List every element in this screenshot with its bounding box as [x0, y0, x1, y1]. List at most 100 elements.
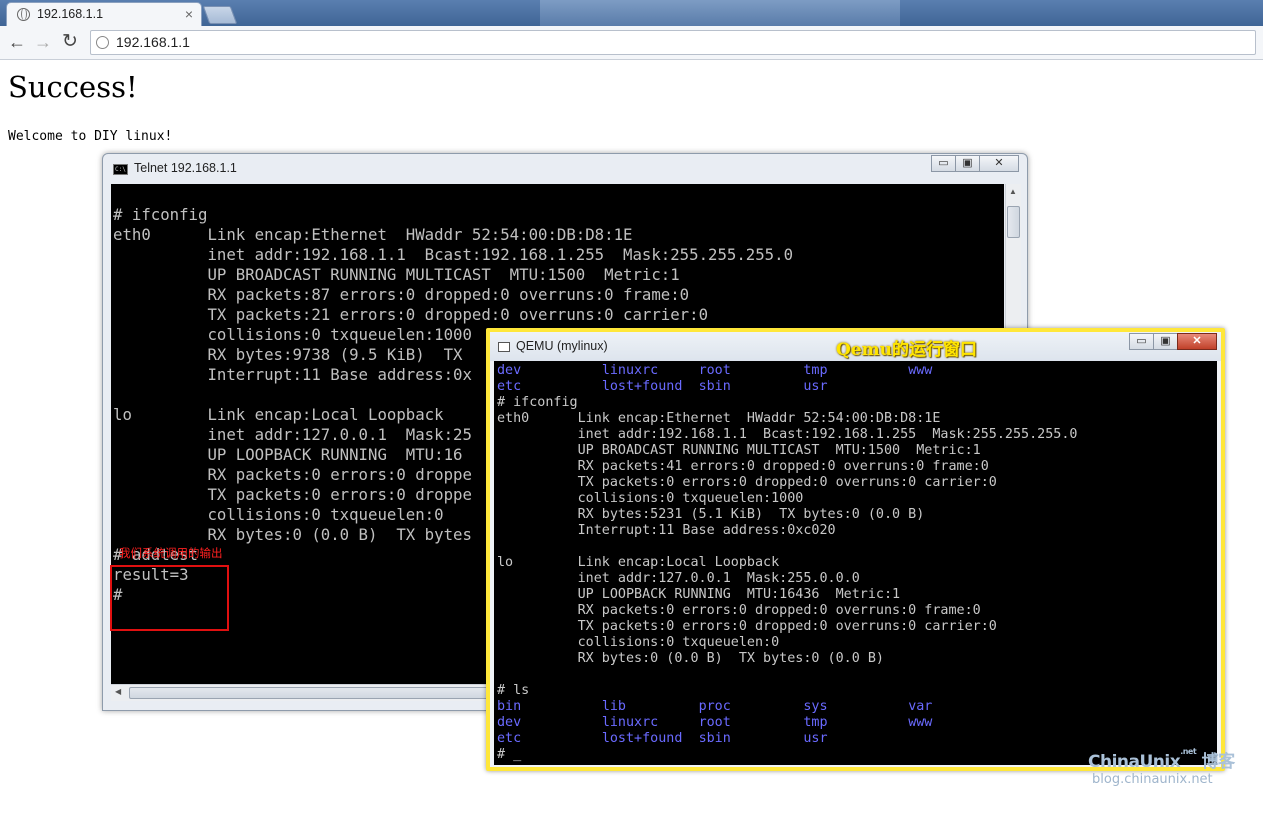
ls-entry: etc	[497, 379, 522, 394]
terminal-line: RX packets:0 errors:0 droppe	[113, 465, 472, 484]
close-icon[interactable]: ×	[185, 6, 193, 22]
close-button[interactable]: ✕	[979, 155, 1019, 172]
terminal-line: lo Link encap:Local Loopback	[113, 405, 444, 424]
tab-title: 192.168.1.1	[37, 7, 104, 21]
taskbar-glow	[540, 0, 900, 26]
terminal-line: RX bytes:5231 (5.1 KiB) TX bytes:0 (0.0 …	[497, 507, 925, 522]
terminal-line: RX bytes:0 (0.0 B) TX bytes:0 (0.0 B)	[497, 651, 884, 666]
new-tab-button[interactable]	[202, 6, 238, 24]
ls-entry: var	[908, 699, 933, 714]
globe-icon	[96, 36, 109, 49]
terminal-line: inet addr:127.0.0.1 Mask:255.0.0.0	[497, 571, 860, 586]
terminal-line: Interrupt:11 Base address:0x	[113, 365, 472, 384]
terminal-line: TX packets:0 errors:0 droppe	[113, 485, 472, 504]
ls-entry: root	[698, 715, 731, 730]
ls-entry: tmp	[803, 715, 828, 730]
ls-entry: linuxrc	[601, 715, 659, 730]
terminal-line: RX bytes:0 (0.0 B) TX bytes	[113, 525, 472, 544]
ls-entry: lost+found	[601, 379, 683, 394]
terminal-line: TX packets:0 errors:0 dropped:0 overruns…	[497, 619, 997, 634]
ls-entry: tmp	[803, 363, 828, 378]
telnet-titlebar[interactable]: C:\ Telnet 192.168.1.1 ▭ ▣ ✕	[103, 154, 1027, 184]
terminal-line: inet addr:127.0.0.1 Mask:25	[113, 425, 472, 444]
minimize-button[interactable]: ▭	[1129, 333, 1154, 350]
annotation-label: 我们系统调用的输出	[119, 546, 223, 560]
browser-tab-strip: 192.168.1.1 ×	[0, 0, 1263, 26]
window-icon	[498, 342, 510, 352]
page-welcome-text: Welcome to DIY linux!	[8, 129, 173, 144]
terminal-line: UP BROADCAST RUNNING MULTICAST MTU:1500 …	[497, 443, 981, 458]
watermark-logo: ChinaUnix.net 博客	[1088, 747, 1235, 772]
ls-entry: usr	[803, 731, 828, 746]
terminal-line: # ifconfig	[113, 205, 208, 224]
maximize-button[interactable]: ▣	[1153, 333, 1178, 350]
ls-entry: root	[698, 363, 731, 378]
terminal-line: lo Link encap:Local Loopback	[497, 555, 780, 570]
qemu-output: dev linuxrc root tmp www etc lost+found …	[497, 363, 1077, 763]
watermark-url: blog.chinaunix.net	[1092, 772, 1213, 787]
text-cursor: _	[513, 747, 522, 762]
terminal-line: eth0 Link encap:Ethernet HWaddr 52:54:00…	[113, 225, 633, 244]
ls-entry: lost+found	[601, 731, 683, 746]
forward-button[interactable]: →	[34, 31, 52, 53]
terminal-line: # ls	[497, 683, 530, 698]
ls-entry: etc	[497, 731, 522, 746]
telnet-window-controls: ▭ ▣ ✕	[931, 155, 1019, 172]
qemu-caption: Qemu的运行窗口	[836, 340, 977, 360]
ls-entry: usr	[803, 379, 828, 394]
terminal-line: inet addr:192.168.1.1 Bcast:192.168.1.25…	[113, 245, 794, 264]
terminal-line: RX packets:41 errors:0 dropped:0 overrun…	[497, 459, 989, 474]
ls-entry: lib	[601, 699, 626, 714]
watermark-brand-sup: .net	[1180, 747, 1197, 756]
ls-entry: sbin	[698, 379, 731, 394]
qemu-titlebar[interactable]: QEMU (mylinux) Qemu的运行窗口 ▭ ▣ ✕	[490, 332, 1221, 361]
ls-entry: sbin	[698, 731, 731, 746]
globe-icon	[17, 8, 30, 21]
terminal-line: eth0 Link encap:Ethernet HWaddr 52:54:00…	[497, 411, 941, 426]
address-text[interactable]: 192.168.1.1	[116, 34, 190, 50]
shell-prompt: #	[497, 747, 514, 762]
terminal-line: UP LOOPBACK RUNNING MTU:16	[113, 445, 463, 464]
terminal-line: TX packets:0 errors:0 dropped:0 overruns…	[497, 475, 997, 490]
watermark-brand-suffix: 博客	[1201, 752, 1236, 772]
terminal-line: RX packets:87 errors:0 dropped:0 overrun…	[113, 285, 690, 304]
reload-button[interactable]: ↻	[62, 31, 78, 53]
maximize-button[interactable]: ▣	[955, 155, 980, 172]
scrollbar-thumb[interactable]	[1007, 206, 1020, 238]
terminal-line: UP LOOPBACK RUNNING MTU:16436 Metric:1	[497, 587, 901, 602]
scroll-up-icon[interactable]: ▲	[1009, 187, 1017, 196]
close-button[interactable]: ✕	[1177, 333, 1217, 350]
terminal-line: TX packets:21 errors:0 dropped:0 overrun…	[113, 305, 709, 324]
terminal-line: collisions:0 txqueuelen:1000	[113, 325, 472, 344]
terminal-line: # ifconfig	[497, 395, 578, 410]
qemu-terminal[interactable]: dev linuxrc root tmp www etc lost+found …	[494, 361, 1217, 765]
minimize-button[interactable]: ▭	[931, 155, 956, 172]
watermark-brand: ChinaUnix	[1088, 752, 1181, 772]
terminal-line: collisions:0 txqueuelen:1000	[497, 491, 804, 506]
browser-toolbar: ← → ↻ 192.168.1.1	[0, 26, 1263, 60]
ls-entry: sys	[803, 699, 828, 714]
browser-tab[interactable]: 192.168.1.1 ×	[6, 2, 202, 26]
qemu-window: QEMU (mylinux) Qemu的运行窗口 ▭ ▣ ✕ dev linux…	[486, 328, 1225, 771]
ls-entry: www	[908, 363, 933, 378]
qemu-window-controls: ▭ ▣ ✕	[1129, 333, 1217, 350]
scroll-left-icon[interactable]: ◀	[115, 687, 121, 696]
terminal-line: collisions:0 txqueuelen:0	[497, 635, 780, 650]
page-title: Success!	[8, 70, 138, 104]
terminal-line: collisions:0 txqueuelen:0	[113, 505, 444, 524]
ls-entry: dev	[497, 715, 522, 730]
qemu-title: QEMU (mylinux)	[516, 339, 608, 353]
telnet-title: Telnet 192.168.1.1	[134, 161, 237, 175]
ls-entry: www	[908, 715, 933, 730]
annotation-box	[110, 565, 229, 631]
terminal-line: inet addr:192.168.1.1 Bcast:192.168.1.25…	[497, 427, 1078, 442]
terminal-line: RX packets:0 errors:0 dropped:0 overruns…	[497, 603, 981, 618]
scrollbar-thumb[interactable]	[129, 687, 509, 699]
terminal-line: UP BROADCAST RUNNING MULTICAST MTU:1500 …	[113, 265, 680, 284]
terminal-line: RX bytes:9738 (9.5 KiB) TX	[113, 345, 463, 364]
back-button[interactable]: ←	[8, 31, 26, 53]
ls-entry: proc	[698, 699, 731, 714]
address-bar[interactable]: 192.168.1.1	[90, 30, 1256, 55]
ls-entry: linuxrc	[601, 363, 659, 378]
ls-entry: bin	[497, 699, 522, 714]
